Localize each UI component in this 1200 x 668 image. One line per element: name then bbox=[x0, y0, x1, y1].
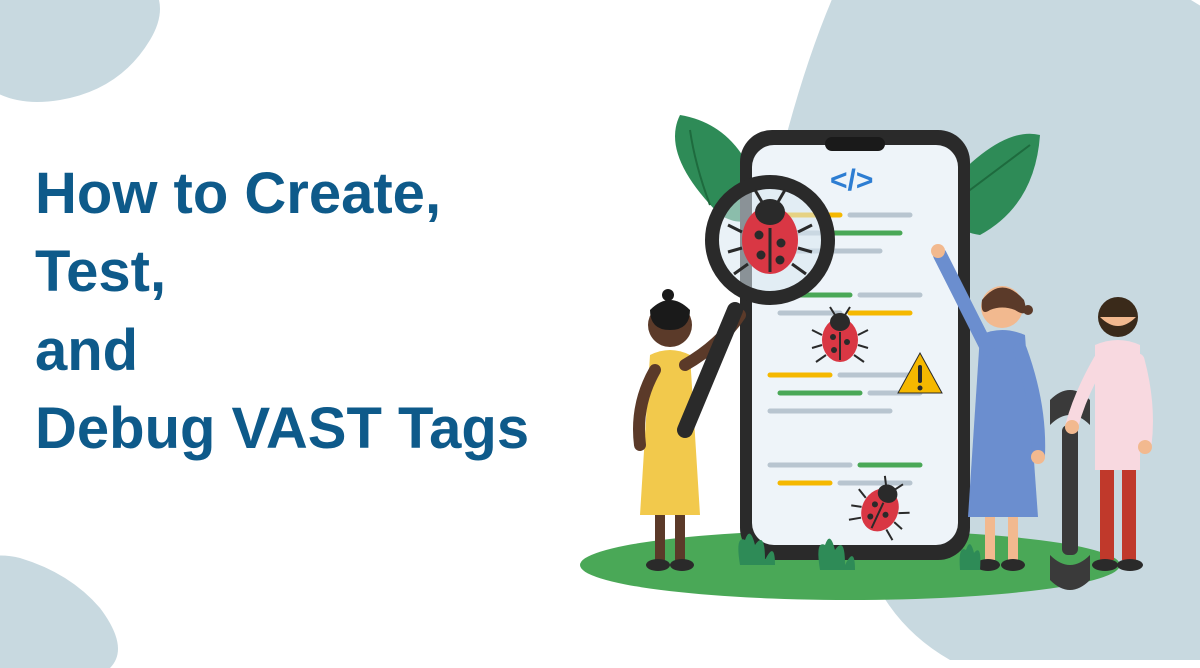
code-symbol-icon: </> bbox=[830, 164, 873, 197]
title-line-4: Debug VAST Tags bbox=[35, 390, 529, 468]
title-line-3: and bbox=[35, 312, 529, 390]
decorative-blob-bottom-left bbox=[0, 538, 130, 668]
debug-illustration: </> bbox=[540, 95, 1160, 605]
title-line-1: How to Create, bbox=[35, 155, 529, 233]
decorative-blob-top-left bbox=[0, 0, 200, 140]
person-wrench bbox=[1065, 297, 1152, 571]
title-line-2: Test, bbox=[35, 233, 529, 311]
page-title: How to Create, Test, and Debug VAST Tags bbox=[35, 155, 529, 468]
